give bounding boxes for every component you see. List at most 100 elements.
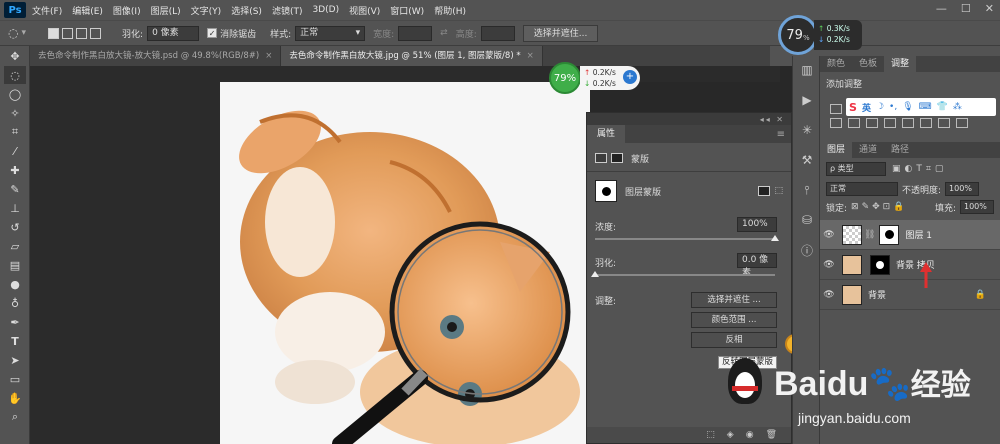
- visibility-eye-icon[interactable]: 👁: [820, 230, 838, 240]
- tab-adjustments[interactable]: 调整: [884, 56, 917, 72]
- filter-icons[interactable]: ▣◐T⌗▢: [892, 164, 947, 174]
- history-brush-icon[interactable]: ↺: [4, 218, 26, 236]
- zoom-tool-icon[interactable]: ⌕: [4, 408, 26, 426]
- clone-source-icon[interactable]: ⛁: [797, 211, 817, 229]
- density-slider-knob[interactable]: [771, 235, 779, 241]
- ime-lang[interactable]: 英: [862, 101, 871, 114]
- selective-color-icon[interactable]: [956, 118, 968, 128]
- tab-swatches[interactable]: 色板: [852, 56, 884, 72]
- panel-collapse-icon[interactable]: ◂◂ ✕: [587, 113, 791, 125]
- color-lookup-icon[interactable]: [866, 118, 878, 128]
- doc-tab-magnifier-psd[interactable]: 去色命令制作黑白放大镜-放大镜.psd @ 49.8%(RGB/8#) ×: [30, 46, 282, 66]
- select-and-mask-button[interactable]: 选择并遮住...: [522, 24, 599, 42]
- select-and-mask-button[interactable]: 选择并遮住 ...: [691, 292, 777, 308]
- grid-icon[interactable]: ⁂: [953, 102, 962, 112]
- tool-presets-icon[interactable]: ⚒: [797, 151, 817, 169]
- brush-settings-icon[interactable]: ⫯: [797, 181, 817, 199]
- adjust-sun-icon[interactable]: ✳: [797, 121, 817, 139]
- menu-type[interactable]: 文字(Y): [191, 4, 222, 17]
- invert-adjust-icon[interactable]: [884, 118, 896, 128]
- fill-input[interactable]: 100%: [960, 200, 994, 214]
- crop-tool-icon[interactable]: ⌗: [4, 123, 26, 141]
- dodge-tool-icon[interactable]: ♁: [4, 294, 26, 312]
- layer-row[interactable]: 👁 ⛓ 图层 1: [820, 220, 1000, 250]
- lasso-tool-icon[interactable]: ◯: [4, 85, 26, 103]
- move-tool-icon[interactable]: ✥: [4, 47, 26, 65]
- close-icon[interactable]: ×: [265, 51, 272, 61]
- blend-mode-select[interactable]: 正常: [826, 182, 898, 196]
- new-selection-icon[interactable]: [48, 27, 60, 39]
- minimize-icon[interactable]: —: [936, 2, 947, 15]
- style-select[interactable]: 正常 ▾: [295, 25, 366, 41]
- document-image[interactable]: [220, 82, 590, 444]
- menu-window[interactable]: 窗口(W): [390, 4, 424, 17]
- tab-channels[interactable]: 通道: [852, 142, 884, 158]
- feather-input[interactable]: 0.0 像素: [737, 253, 777, 278]
- skin-icon[interactable]: 👕: [937, 102, 948, 112]
- tab-paths[interactable]: 路径: [884, 142, 916, 158]
- panel-menu-icon[interactable]: ≡: [777, 129, 785, 140]
- load-selection-icon[interactable]: ⬚: [706, 430, 715, 440]
- moon-icon[interactable]: ☽: [876, 102, 884, 112]
- healing-brush-icon[interactable]: ✚: [4, 161, 26, 179]
- threshold-icon[interactable]: [920, 118, 932, 128]
- maximize-icon[interactable]: ☐: [961, 2, 971, 15]
- tab-layers[interactable]: 图层: [820, 142, 853, 158]
- photo-filter-icon[interactable]: [830, 118, 842, 128]
- add-selection-icon[interactable]: [62, 27, 74, 39]
- gradient-map-icon[interactable]: [938, 118, 950, 128]
- close-icon[interactable]: ✕: [985, 2, 994, 15]
- type-tool-icon[interactable]: T: [4, 332, 26, 350]
- layer-mask-thumbnail[interactable]: [879, 224, 900, 245]
- eyedropper-icon[interactable]: ⁄: [4, 142, 26, 160]
- keyboard-icon[interactable]: ⌨: [919, 102, 932, 112]
- feather-slider-knob[interactable]: [591, 271, 599, 277]
- menu-image[interactable]: 图像(I): [113, 4, 141, 17]
- antialias-checkbox[interactable]: ✓: [207, 28, 218, 38]
- close-icon[interactable]: ×: [527, 51, 534, 61]
- channel-mixer-icon[interactable]: [848, 118, 860, 128]
- hand-tool-icon[interactable]: ✋: [4, 389, 26, 407]
- add-button[interactable]: +: [623, 70, 637, 84]
- pen-tool-icon[interactable]: ✒: [4, 313, 26, 331]
- levels-adjust-icon[interactable]: [830, 104, 842, 114]
- apply-mask-icon[interactable]: ◈: [727, 430, 734, 440]
- select-pixel-mask-icon[interactable]: [758, 186, 771, 196]
- menu-select[interactable]: 选择(S): [231, 4, 262, 17]
- sogou-icon[interactable]: S: [849, 101, 857, 114]
- blur-tool-icon[interactable]: ●: [4, 275, 26, 293]
- density-slider[interactable]: [595, 238, 775, 240]
- tab-properties[interactable]: 属性: [587, 125, 626, 143]
- path-select-icon[interactable]: ➤: [4, 351, 26, 369]
- opacity-input[interactable]: 100%: [945, 182, 980, 196]
- clone-stamp-icon[interactable]: ⊥: [4, 199, 26, 217]
- lock-icons[interactable]: ⊠✎✥⊡🔒: [851, 202, 907, 212]
- marquee-tool-icon[interactable]: ◌: [4, 66, 26, 84]
- menu-edit[interactable]: 编辑(E): [72, 4, 103, 17]
- posterize-icon[interactable]: [902, 118, 914, 128]
- vector-mask-icon[interactable]: [611, 153, 623, 163]
- mic-icon[interactable]: 🎙: [902, 102, 913, 112]
- menu-help[interactable]: 帮助(H): [434, 4, 466, 17]
- color-range-button[interactable]: 颜色范围 ...: [691, 312, 777, 328]
- marquee-tool-icon[interactable]: ◌: [8, 26, 18, 40]
- menu-3d[interactable]: 3D(D): [312, 5, 339, 15]
- gradient-tool-icon[interactable]: ▤: [4, 256, 26, 274]
- density-input[interactable]: 100%: [737, 217, 777, 232]
- visibility-eye-icon[interactable]: 👁: [820, 260, 838, 270]
- eraser-tool-icon[interactable]: ▱: [4, 237, 26, 255]
- pixel-mask-icon[interactable]: [595, 153, 607, 163]
- chevron-down-icon[interactable]: ▾: [21, 28, 26, 38]
- actions-play-icon[interactable]: ▶: [797, 91, 817, 109]
- info-icon[interactable]: ⓘ: [797, 241, 817, 259]
- menu-filter[interactable]: 滤镜(T): [272, 4, 303, 17]
- intersect-selection-icon[interactable]: [90, 27, 102, 39]
- visibility-eye-icon[interactable]: 👁: [820, 290, 838, 300]
- disable-mask-icon[interactable]: ◉: [746, 430, 754, 440]
- add-vector-mask-icon[interactable]: ⬚: [774, 186, 783, 196]
- brush-tool-icon[interactable]: ✎: [4, 180, 26, 198]
- tab-color[interactable]: 颜色: [820, 56, 852, 72]
- feather-input[interactable]: 0 像素: [147, 25, 200, 41]
- filter-kind-select[interactable]: ρ 类型: [826, 162, 886, 176]
- feather-slider[interactable]: [595, 274, 775, 276]
